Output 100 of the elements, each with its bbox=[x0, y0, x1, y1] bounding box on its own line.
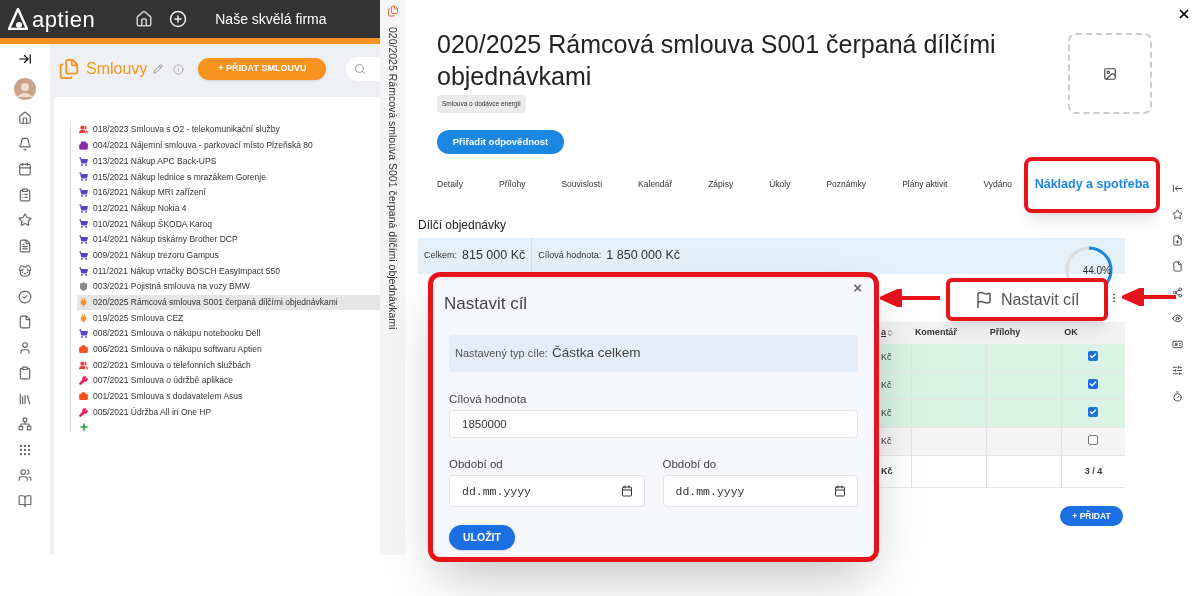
checkbox[interactable] bbox=[1088, 434, 1099, 445]
book-icon[interactable] bbox=[18, 493, 32, 508]
contract-item[interactable]: 001/2021 Smlouva s dodavatelem Asus bbox=[77, 388, 380, 405]
tab[interactable]: Vydáno bbox=[983, 178, 1012, 192]
tab[interactable]: Kalendář bbox=[638, 178, 673, 192]
person-icon[interactable] bbox=[18, 340, 32, 355]
bell-icon[interactable] bbox=[18, 136, 32, 151]
contracts-icon bbox=[58, 58, 80, 80]
contract-item[interactable]: 005/2021 Údržba All in One HP bbox=[77, 404, 380, 421]
file-icon[interactable] bbox=[18, 315, 32, 329]
contract-title: 020/2025 Rámcová smlouva S001 čerpaná dílčími objednávkami bbox=[437, 29, 997, 92]
tab[interactable]: Plány aktivit bbox=[902, 178, 948, 192]
books-icon[interactable] bbox=[18, 391, 32, 406]
contract-item[interactable]: 019/2025 Smlouva CEZ bbox=[77, 310, 380, 326]
expand-icon[interactable] bbox=[18, 52, 32, 66]
save-button[interactable]: ULOŽIT bbox=[449, 525, 515, 550]
contract-item[interactable]: 006/2021 Smlouva o nákupu softwaru Aptien bbox=[77, 341, 380, 358]
column-header[interactable]: Komentář bbox=[911, 321, 987, 344]
contract-item[interactable]: 008/2021 Smlouva o nákupu notebooku Dell bbox=[77, 325, 380, 342]
contract-item[interactable]: 015/2021 Nákup lednice s mrazákem Gorenje bbox=[77, 169, 380, 185]
eye-icon[interactable] bbox=[1171, 313, 1183, 324]
column-header[interactable]: a bbox=[878, 321, 912, 344]
checkbox[interactable] bbox=[1088, 379, 1099, 389]
logo-icon bbox=[8, 8, 28, 30]
file-icon[interactable] bbox=[1171, 261, 1183, 272]
contract-item[interactable]: 002/2021 Smlouva o telefonních službách bbox=[77, 357, 380, 373]
timer-icon[interactable] bbox=[1171, 391, 1183, 402]
summary-label: Cílová hodnota: bbox=[538, 249, 602, 262]
search-icon bbox=[354, 63, 367, 75]
logo: aptien bbox=[32, 5, 96, 34]
flag-icon bbox=[974, 290, 993, 309]
contract-item[interactable]: 009/2021 Nákup trezoru Gampus bbox=[77, 247, 380, 264]
add-button[interactable]: + PŘIDAT bbox=[1060, 506, 1123, 527]
dots-icon[interactable] bbox=[18, 442, 32, 457]
assign-button[interactable]: Přiřadit odpovědnost bbox=[437, 129, 564, 154]
callout-label: Nastavit cíl bbox=[1000, 289, 1080, 310]
file-plus-icon[interactable] bbox=[1171, 235, 1183, 246]
clipboard-icon[interactable] bbox=[18, 187, 32, 202]
sort-icon bbox=[886, 328, 894, 337]
network-icon[interactable] bbox=[18, 417, 32, 431]
table-cell: Kč bbox=[878, 371, 912, 400]
check-circle-icon[interactable] bbox=[18, 289, 32, 304]
summary-label: Celkem: bbox=[424, 249, 457, 262]
star-icon[interactable] bbox=[1171, 209, 1183, 220]
calendar-icon[interactable] bbox=[18, 162, 32, 176]
tab[interactable]: Detaily bbox=[437, 178, 463, 192]
table-cell: 3 / 4 bbox=[1061, 455, 1125, 488]
contract-item[interactable]: 013/2021 Nákup APC Back-UPS bbox=[77, 153, 380, 170]
contract-item[interactable]: 004/2021 Nájemní smlouva - parkovací místo Plzeňská 80 bbox=[77, 137, 380, 154]
table-cell: Kč bbox=[878, 455, 912, 488]
contract-item[interactable]: 010/2021 Nákup ŠKODA Karoq bbox=[77, 216, 380, 232]
date-field[interactable]: dd.mm.yyyy bbox=[662, 475, 858, 507]
table-cell: Kč bbox=[878, 399, 912, 428]
home-icon[interactable] bbox=[135, 10, 154, 28]
checkbox[interactable] bbox=[1088, 350, 1099, 361]
side-tab[interactable]: 020/2025 Rámcová smlouva S001 čerpaná dílčími objednávkami bbox=[380, 0, 405, 555]
contract-item[interactable]: 012/2021 Nákup Nokia 4 bbox=[77, 200, 380, 217]
contract-item[interactable]: 018/2023 Smlouva s O2 - telekomunikační služby bbox=[77, 122, 380, 138]
tab[interactable]: Zápisy bbox=[708, 178, 734, 192]
contract-item[interactable]: 020/2025 Rámcová smlouva S001 čerpaná dílčími objednávkami bbox=[77, 294, 380, 311]
tab[interactable]: Přílohy bbox=[499, 178, 526, 192]
search-field[interactable] bbox=[346, 57, 380, 81]
document-icon[interactable] bbox=[18, 238, 32, 253]
share-icon[interactable] bbox=[1171, 287, 1183, 298]
contract-item[interactable]: 016/2021 Nákup MRI zařízení bbox=[77, 184, 380, 201]
summary-value: 1 850 000 Kč bbox=[606, 247, 680, 265]
date-field[interactable]: dd.mm.yyyy bbox=[449, 475, 645, 507]
tab[interactable]: Náklady a spotřeba bbox=[1034, 175, 1150, 195]
sliders-icon[interactable] bbox=[1171, 365, 1183, 376]
table-cell: Kč bbox=[878, 343, 912, 372]
column-header[interactable]: Přílohy bbox=[986, 321, 1062, 344]
contract-item[interactable]: 003/2021 Pojistná smlouva na vozy BMW bbox=[77, 278, 380, 295]
home-icon[interactable] bbox=[18, 111, 32, 125]
tab[interactable]: Souvislosti bbox=[561, 178, 603, 192]
field-label: Období od bbox=[449, 456, 504, 472]
module-title: Smlouvy bbox=[86, 59, 148, 79]
section-title: Dílčí objednávky bbox=[418, 216, 508, 234]
info-value: Částka celkem bbox=[551, 343, 641, 362]
add-icon[interactable] bbox=[169, 10, 188, 28]
calendar-icon[interactable] bbox=[834, 485, 846, 497]
id-card-icon[interactable] bbox=[1171, 339, 1183, 350]
dog-icon[interactable] bbox=[18, 264, 32, 278]
contract-item[interactable]: 014/2021 Nákup tiskárny Brother DCP bbox=[77, 231, 380, 248]
star-icon[interactable] bbox=[18, 213, 32, 227]
close-icon[interactable] bbox=[1177, 7, 1191, 21]
company-name: Naše skvělá firma bbox=[215, 9, 327, 29]
calendar-icon[interactable] bbox=[620, 485, 633, 497]
collapse-icon[interactable] bbox=[1171, 183, 1183, 194]
tab[interactable]: Úkoly bbox=[769, 178, 791, 192]
people-icon[interactable] bbox=[18, 468, 32, 482]
close-button[interactable]: × bbox=[853, 280, 862, 295]
clipboard-icon[interactable] bbox=[18, 366, 32, 380]
checkbox[interactable] bbox=[1088, 407, 1099, 417]
contract-item[interactable]: 011/2021 Nákup vrtačky BOSCH EasyImpact 550 bbox=[77, 263, 380, 279]
field-label: Období do bbox=[662, 456, 718, 472]
column-header[interactable]: OK bbox=[1061, 321, 1125, 344]
contract-item[interactable]: 007/2021 Smlouva o údržbě aplikace bbox=[77, 373, 380, 389]
input-field[interactable]: 1850000 bbox=[449, 409, 858, 438]
contracts-icon bbox=[386, 5, 399, 17]
tab[interactable]: Poznámky bbox=[826, 178, 867, 192]
